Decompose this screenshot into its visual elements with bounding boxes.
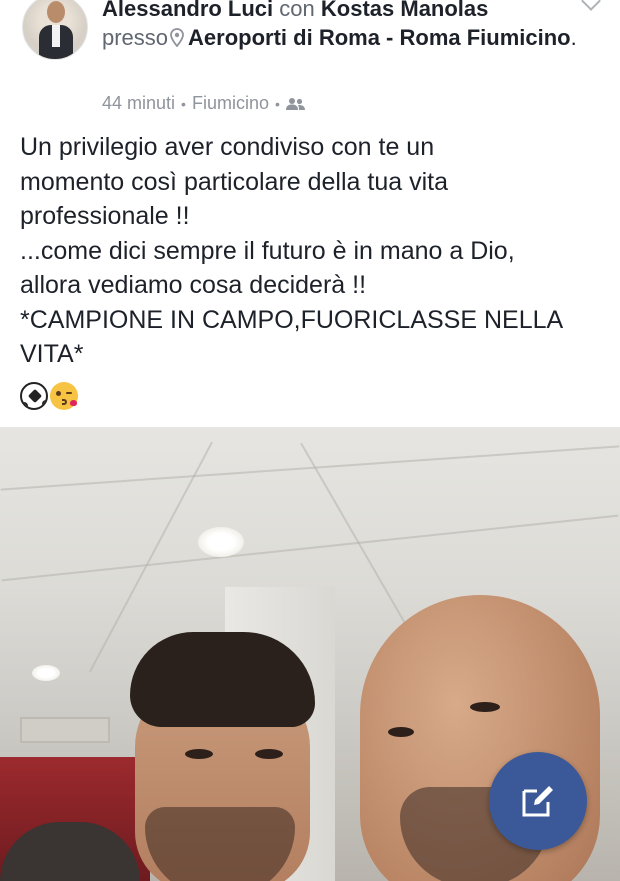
- post-emojis: [20, 382, 78, 410]
- post-text: Un privilegio aver condiviso con te un m…: [20, 133, 564, 368]
- post-header: Alessandro Luci con Kostas Manolas press…: [0, 0, 620, 120]
- tagged-person[interactable]: Kostas Manolas: [321, 0, 489, 21]
- post-time[interactable]: 44 minuti: [102, 93, 175, 114]
- with-word: con: [279, 0, 315, 21]
- post-meta: 44 minuti • Fiumicino •: [102, 93, 306, 114]
- author-avatar[interactable]: [22, 0, 88, 60]
- at-word: presso: [102, 25, 169, 50]
- kissing-wink-face-icon: [50, 382, 78, 410]
- edit-button[interactable]: [489, 752, 587, 850]
- location-name[interactable]: Aeroporti di Roma - Roma Fiumicino: [188, 25, 571, 50]
- soccer-ball-icon: [20, 382, 48, 410]
- post-photo[interactable]: [0, 427, 620, 881]
- meta-separator: •: [274, 95, 280, 112]
- author-name[interactable]: Alessandro Luci: [102, 0, 273, 21]
- post-header-text: Alessandro Luci con Kostas Manolas press…: [102, 0, 592, 52]
- location-pin-icon: [170, 28, 184, 47]
- friends-icon[interactable]: [285, 97, 306, 111]
- edit-icon: [522, 786, 553, 817]
- post-place[interactable]: Fiumicino: [192, 93, 269, 114]
- location-suffix: .: [570, 25, 577, 50]
- meta-separator: •: [181, 95, 186, 112]
